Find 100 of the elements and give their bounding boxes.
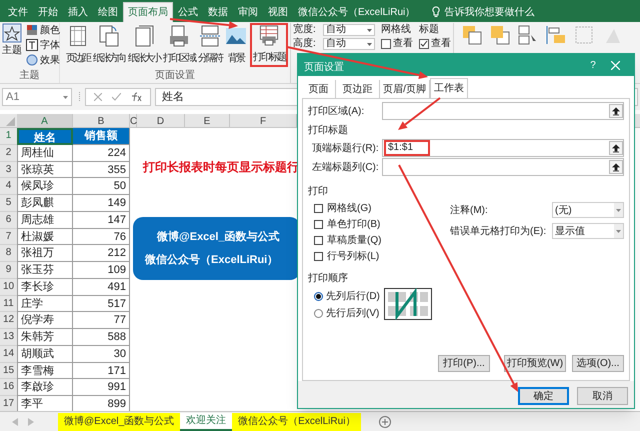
column-header[interactable]: B <box>73 114 130 127</box>
table-cell: 周志雄 <box>17 212 73 228</box>
row-header[interactable]: 16 <box>0 379 17 396</box>
table-cell: 朱韩芳 <box>17 329 73 346</box>
row-header[interactable]: 6 <box>0 212 17 228</box>
row-header[interactable]: 14 <box>0 346 17 362</box>
dropdown[interactable]: (无) <box>552 202 624 218</box>
printer-icon <box>168 25 190 47</box>
menu-tab[interactable]: 微信公众号（ExcelLiRui） <box>293 2 420 22</box>
row-header[interactable]: 5 <box>0 195 17 212</box>
menu-tab[interactable]: 审阅 <box>233 2 263 22</box>
dialog-tab[interactable]: 工作表 <box>430 78 468 98</box>
search-prompt[interactable]: 告诉我你想要做什么 <box>444 4 534 20</box>
sheet-tab[interactable]: 微信公众号（ExcelLiRui） <box>232 412 362 430</box>
close-icon <box>611 60 620 70</box>
theme-option-button[interactable]: 效果 <box>26 53 60 67</box>
checkbox[interactable]: 行号列标(L) <box>314 250 438 263</box>
row-header[interactable]: 10 <box>0 278 17 296</box>
row-header[interactable]: 17 <box>0 396 17 411</box>
table-cell: 销售额 <box>73 128 130 145</box>
section-label: 打印标题 <box>308 124 349 138</box>
page-icon <box>199 25 221 47</box>
group-label: 主题 <box>18 68 40 83</box>
column-header[interactable]: A <box>17 114 73 127</box>
fonts-icon <box>26 39 38 51</box>
checkbox[interactable]: 网格线(G) <box>314 202 438 215</box>
dropdown[interactable]: 自动 <box>323 24 375 36</box>
section-label: 打印顺序 <box>308 272 349 286</box>
checkbox[interactable]: 单色打印(B) <box>314 218 438 231</box>
dropdown[interactable]: 自动 <box>323 38 375 50</box>
ribbon-button[interactable]: 页边距 <box>66 23 90 67</box>
grip-icon <box>78 92 81 102</box>
range-field[interactable]: $1:$1 <box>382 139 624 157</box>
dialog-button[interactable]: 选项(O)... <box>572 355 624 372</box>
row-header[interactable]: 11 <box>0 296 17 312</box>
menu-tab[interactable]: 插入 <box>63 2 93 22</box>
arrow <box>398 97 441 130</box>
table-cell: 212 <box>73 245 130 262</box>
checkbox[interactable]: 草稿质量(Q) <box>314 234 438 247</box>
menu-tab[interactable]: 数据 <box>203 2 233 22</box>
menu-tab[interactable]: 视图 <box>263 2 293 22</box>
range-field[interactable] <box>382 158 624 176</box>
menu-tab[interactable]: 开始 <box>33 2 63 22</box>
caret-icon <box>614 203 623 217</box>
dialog-button[interactable]: 确定 <box>518 387 569 405</box>
align-icon <box>546 25 566 45</box>
theme-option-button[interactable]: 字体 <box>26 38 60 52</box>
row-header[interactable]: 15 <box>0 362 17 380</box>
row-header[interactable]: 1 <box>0 128 17 145</box>
view-checkbox[interactable]: 查看 <box>419 38 453 50</box>
view-checkbox[interactable]: 查看 <box>381 38 415 50</box>
table-cell: 109 <box>73 262 130 279</box>
caret-icon <box>614 224 623 238</box>
collapse-icon <box>609 141 623 155</box>
row-header[interactable]: 2 <box>0 144 17 162</box>
printer-icon <box>258 25 280 46</box>
ribbon-button[interactable]: 纸张方向 <box>93 23 125 67</box>
option-label: 标题 <box>419 24 440 36</box>
row-header[interactable]: 12 <box>0 312 17 329</box>
column-header[interactable]: D <box>137 114 185 127</box>
row-header[interactable]: 7 <box>0 228 17 246</box>
menu-tab[interactable]: 绘图 <box>93 2 123 22</box>
table-cell: 76 <box>73 228 130 246</box>
row-header[interactable]: 3 <box>0 162 17 178</box>
menu-tab[interactable]: 文件 <box>3 2 33 22</box>
row-header[interactable]: 9 <box>0 262 17 279</box>
row-header[interactable]: 13 <box>0 329 17 346</box>
menu-tab[interactable]: 公式 <box>173 2 203 22</box>
banner-text: 微博@Excel_函数与公式 <box>156 230 281 244</box>
column-header[interactable]: E <box>185 114 230 127</box>
radio-icon <box>314 309 323 318</box>
table-cell: 张祖万 <box>17 245 73 262</box>
ribbon-button[interactable]: 打印标题 <box>250 23 288 67</box>
sheet-tab[interactable]: 微博@Excel_函数与公式 <box>58 412 180 430</box>
range-field[interactable] <box>382 102 624 120</box>
ribbon-button[interactable]: 分隔符 <box>198 23 222 67</box>
ribbon-button[interactable]: 背景 <box>225 23 247 67</box>
field-label: 注释(M): <box>450 204 489 218</box>
caret-icon <box>367 28 372 32</box>
name-box[interactable]: A1 <box>2 88 72 106</box>
dialog-button[interactable]: 打印(P)... <box>438 355 490 372</box>
radio-button[interactable]: 先行后列(V) <box>314 307 380 320</box>
dialog-button[interactable]: 打印预览(W) <box>504 355 566 372</box>
page-order-drawing <box>384 288 432 320</box>
dialog-button[interactable]: 取消 <box>577 387 628 405</box>
table-cell: 30 <box>73 346 130 362</box>
sheet-tab[interactable]: 欢迎关注 <box>180 412 232 430</box>
dropdown[interactable]: 显示值 <box>552 223 624 239</box>
theme-option-button[interactable]: 颜色 <box>26 23 60 37</box>
ribbon-button[interactable]: 纸张大小 <box>128 23 160 67</box>
table-cell: 517 <box>73 296 130 312</box>
menu-tab[interactable]: 页面布局 <box>123 2 173 22</box>
ribbon-button[interactable]: 打印区域 <box>163 23 195 67</box>
themes-button[interactable]: 主题 <box>0 23 24 68</box>
column-header[interactable]: C <box>130 114 137 127</box>
radio-button[interactable]: 先列后行(D) <box>314 290 380 303</box>
field-label: 打印区域(A): <box>308 104 366 118</box>
table-cell: 491 <box>73 278 130 296</box>
row-header[interactable]: 4 <box>0 178 17 195</box>
row-header[interactable]: 8 <box>0 245 17 262</box>
